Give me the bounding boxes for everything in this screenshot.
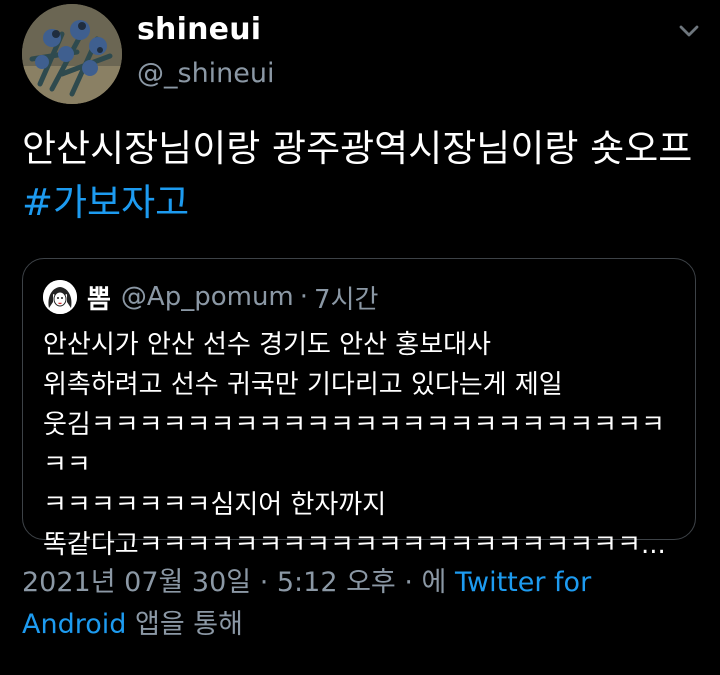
quoted-separator: ·	[299, 282, 309, 312]
via-prefix: 에	[421, 567, 455, 598]
user-avatar[interactable]	[22, 4, 122, 104]
tweet-time: 5:12 오후	[276, 567, 396, 598]
chevron-down-icon[interactable]	[676, 18, 702, 44]
quoted-timestamp: 7시간	[314, 284, 379, 315]
quoted-tweet-card[interactable]: 뽐 @Ap_pomum · 7시간 안산시가 안산 선수 경기도 안산 홍보대사…	[22, 258, 696, 560]
tweet-metadata: 2021년 07월 30일 · 5:12 오후 · 에 Twitter for …	[22, 562, 702, 646]
tweet-body-text: 안산시장님이랑 광주광역시장님이랑 숏오프	[22, 127, 693, 170]
tweet-header: shineui @_shineui	[0, 0, 720, 110]
quoted-avatar-image	[43, 280, 77, 314]
quoted-tweet-header: 뽐 @Ap_pomum · 7시간	[43, 277, 378, 317]
quoted-user-avatar	[43, 280, 77, 314]
avatar-image	[22, 4, 122, 104]
quoted-user-handle: @Ap_pomum	[120, 282, 294, 312]
meta-separator: ·	[251, 567, 277, 598]
user-display-name[interactable]: shineui	[137, 12, 261, 47]
quoted-tweet-text: 안산시가 안산 선수 경기도 안산 홍보대사 위촉하려고 선수 귀국만 기다리고…	[43, 330, 666, 560]
quoted-user-name: 뽐	[87, 284, 111, 315]
user-handle[interactable]: @_shineui	[137, 58, 275, 89]
tweet-date: 2021년 07월 30일	[22, 567, 252, 598]
hashtag-link[interactable]: #가보자고	[22, 181, 189, 224]
meta-separator: ·	[395, 567, 422, 598]
tweet-text: 안산시장님이랑 광주광역시장님이랑 숏오프 #가보자고	[22, 122, 702, 230]
via-suffix: 앱을 통해	[126, 609, 243, 640]
